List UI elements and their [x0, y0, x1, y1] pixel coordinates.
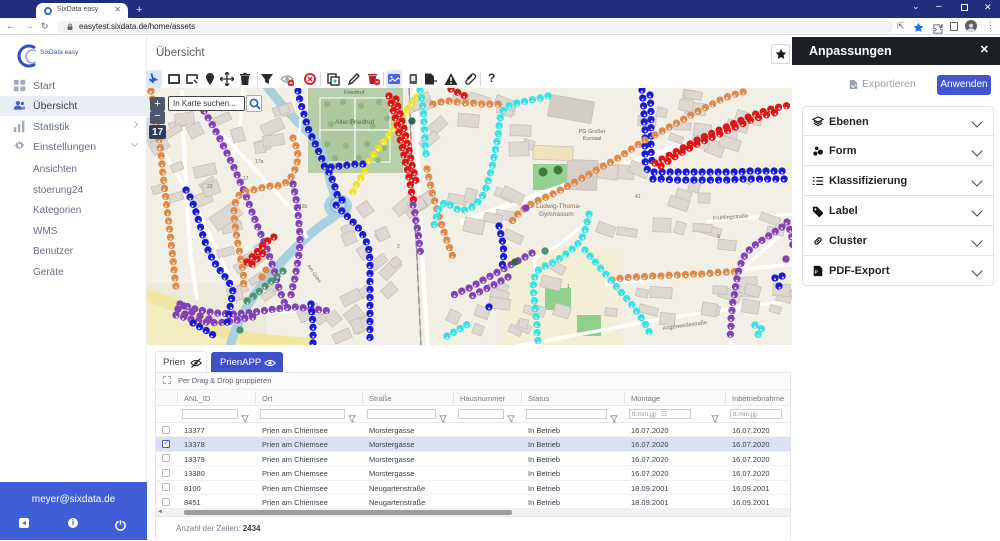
svg-text:PG Großer: PG Großer: [579, 129, 606, 135]
svg-text:2: 2: [397, 244, 400, 250]
svg-text:23: 23: [207, 184, 213, 190]
svg-text:Gymnasium: Gymnasium: [539, 211, 574, 218]
svg-text:17a: 17a: [255, 159, 264, 165]
svg-text:17: 17: [243, 176, 249, 182]
svg-text:Friedhof: Friedhof: [344, 90, 365, 96]
svg-text:Ludwig-Thoma-: Ludwig-Thoma-: [536, 203, 581, 210]
svg-text:Alter Friedhof: Alter Friedhof: [335, 119, 374, 126]
svg-text:Kursaal: Kursaal: [583, 136, 602, 142]
svg-text:9: 9: [717, 234, 720, 240]
svg-text:1: 1: [567, 284, 570, 290]
svg-text:41: 41: [635, 194, 641, 200]
svg-text:P: P: [815, 270, 818, 275]
